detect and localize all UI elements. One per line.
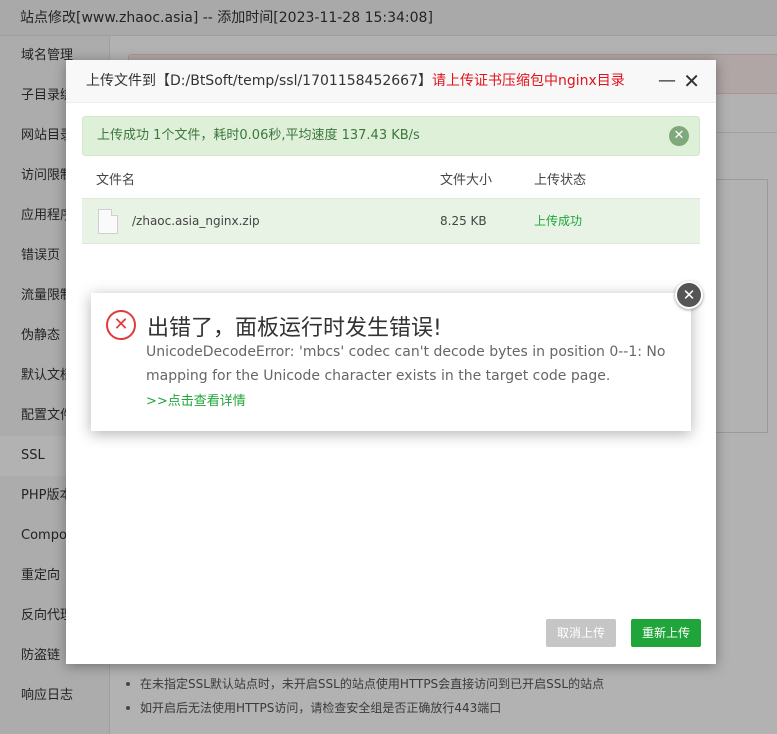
upload-dialog-title: 上传文件到【D:/BtSoft/temp/ssl/1701158452667】请… — [66, 60, 716, 103]
upload-dialog-path: 上传文件到【D:/BtSoft/temp/ssl/1701158452667】 — [86, 73, 432, 89]
file-name: /zhaoc.asia_nginx.zip — [132, 214, 260, 228]
file-table-header: 文件名 文件大小 上传状态 — [82, 164, 700, 198]
error-message: UnicodeDecodeError: 'mbcs' codec can't d… — [146, 344, 666, 384]
close-banner-icon[interactable]: ✕ — [669, 126, 689, 146]
file-size: 8.25 KB — [440, 214, 487, 228]
table-row: /zhaoc.asia_nginx.zip 8.25 KB 上传成功 — [82, 198, 700, 244]
upload-dialog-warning: 请上传证书压缩包中nginx目录 — [431, 73, 625, 89]
column-header-status: 上传状态 — [534, 173, 587, 188]
file-icon — [98, 209, 118, 234]
close-error-icon[interactable]: ✕ — [675, 281, 703, 309]
error-details-link[interactable]: >>点击查看详情 — [146, 390, 246, 409]
upload-success-banner: 上传成功 1个文件，耗时0.06秒,平均速度 137.43 KB/s ✕ — [82, 116, 700, 156]
minimize-icon[interactable]: — — [658, 60, 676, 102]
error-icon: ✕ — [106, 310, 136, 340]
column-header-name: 文件名 — [96, 173, 136, 188]
reupload-button[interactable]: 重新上传 — [631, 619, 701, 647]
error-title: 出错了，面板运行时发生错误! — [147, 316, 442, 341]
file-status: 上传成功 — [534, 214, 583, 228]
cancel-upload-button[interactable]: 取消上传 — [546, 619, 616, 647]
close-icon[interactable]: ✕ — [683, 60, 700, 102]
column-header-size: 文件大小 — [440, 173, 493, 188]
error-popup: ✕ 出错了，面板运行时发生错误! UnicodeDecodeError: 'mb… — [91, 281, 703, 431]
upload-success-message: 上传成功 1个文件，耗时0.06秒,平均速度 137.43 KB/s — [97, 128, 420, 143]
